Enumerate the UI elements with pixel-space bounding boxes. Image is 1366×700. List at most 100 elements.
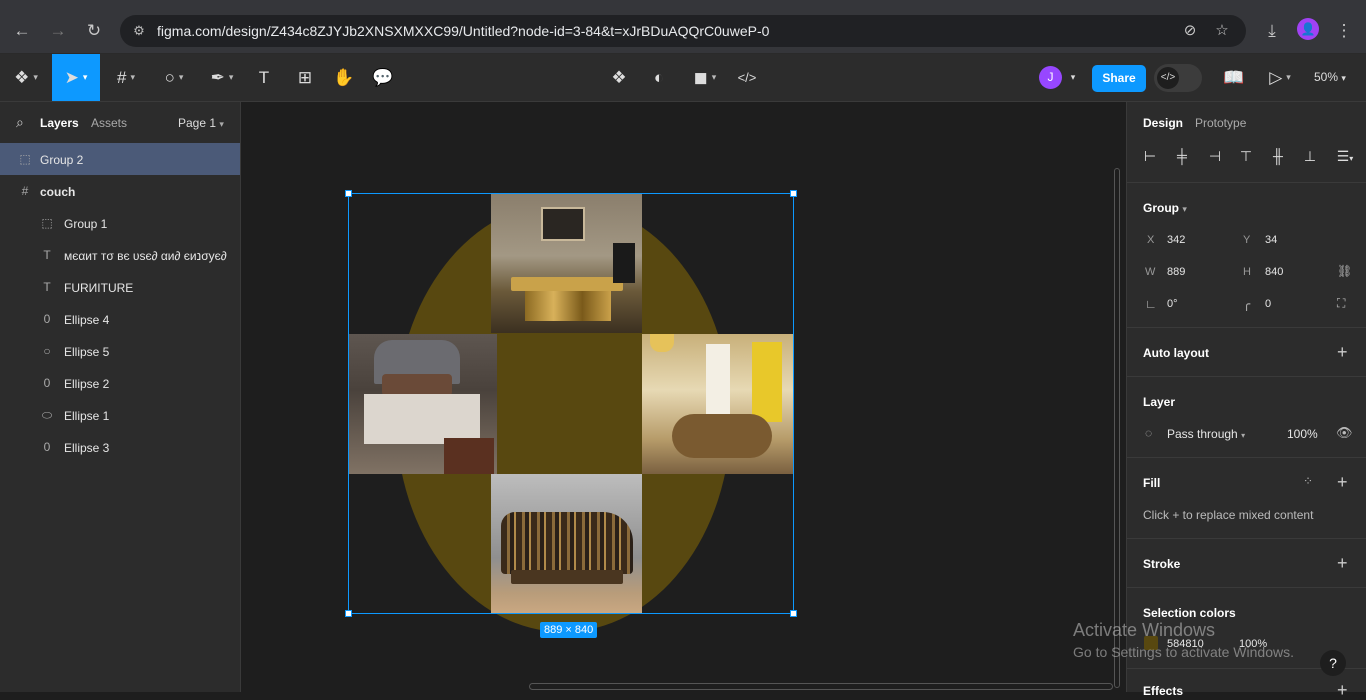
chevron-down-icon: ▾ xyxy=(219,119,224,129)
layer-label: Ellipse 4 xyxy=(64,313,110,327)
divider xyxy=(1127,538,1366,539)
align-left-icon[interactable]: ⊢ xyxy=(1142,148,1158,164)
divider xyxy=(1127,457,1366,458)
add-effect-plus-icon[interactable]: + xyxy=(1337,681,1348,699)
pen-tool-button[interactable]: ✒ ▾ xyxy=(200,54,244,101)
code-view-button[interactable]: </> xyxy=(731,54,763,101)
layer-row-ellipse-4[interactable]: 0 Ellipse 4 xyxy=(0,303,240,335)
layer-row-group-1[interactable]: ⬚ Group 1 xyxy=(0,207,240,239)
code-brackets-icon: </> xyxy=(737,70,757,85)
align-horizontal-center-icon[interactable]: ╪ xyxy=(1174,148,1190,164)
resize-handle-top-left[interactable] xyxy=(345,190,352,197)
layer-row-text-furniture[interactable]: T FURИITURE xyxy=(0,271,240,303)
address-bar[interactable]: ⚙ figma.com/design/Z434c8ZJYJb2XNSXMXXC9… xyxy=(120,15,1246,47)
radius-input[interactable]: 0 xyxy=(1265,298,1271,310)
align-right-icon[interactable]: ⊣ xyxy=(1207,148,1223,164)
share-button[interactable]: Share xyxy=(1092,65,1146,92)
independent-corners-icon[interactable]: ⛶ xyxy=(1337,296,1345,311)
selection-size-badge: 889 × 840 xyxy=(540,622,598,638)
tab-design[interactable]: Design xyxy=(1143,116,1183,130)
layer-row-ellipse-1[interactable]: ⬭ Ellipse 1 xyxy=(0,399,240,431)
selection-bounding-box[interactable] xyxy=(348,193,794,614)
divider xyxy=(1127,327,1366,328)
layer-row-ellipse-3[interactable]: 0 Ellipse 3 xyxy=(0,431,240,463)
tab-layers[interactable]: Layers xyxy=(40,116,79,130)
tab-prototype[interactable]: Prototype xyxy=(1195,116,1246,130)
comment-tool-button[interactable]: 💬 xyxy=(367,54,399,101)
stroke-section-title: Stroke xyxy=(1143,557,1181,571)
selection-colors-title: Selection colors xyxy=(1143,606,1236,620)
resize-handle-bottom-right[interactable] xyxy=(790,610,797,617)
y-input[interactable]: 34 xyxy=(1265,234,1277,246)
chevron-down-icon[interactable]: ▾ xyxy=(1066,54,1080,101)
collaborator-avatar[interactable]: J xyxy=(1039,66,1062,89)
frame-tool-button[interactable]: # ▾ xyxy=(104,54,148,101)
opacity-input[interactable]: 100% xyxy=(1287,427,1318,441)
design-canvas[interactable]: 889 × 840 xyxy=(241,102,1126,692)
hand-tool-button[interactable]: ✋ xyxy=(328,54,360,101)
constrain-proportions-icon[interactable]: ⛓ xyxy=(1337,264,1352,278)
contrast-icon: ◐ xyxy=(653,67,665,87)
mask-button[interactable]: ◐ xyxy=(643,54,675,101)
download-icon[interactable]: ⤓ xyxy=(1259,18,1285,44)
main-menu-button[interactable]: ❖ ▾ xyxy=(4,54,48,101)
blend-mode-select[interactable]: Pass through ▾ xyxy=(1167,427,1245,441)
distribute-icon[interactable]: ☰▾ xyxy=(1332,148,1358,164)
blend-drop-icon: ◌ xyxy=(1145,426,1153,440)
resize-handle-bottom-left[interactable] xyxy=(345,610,352,617)
dev-mode-toggle[interactable]: </> xyxy=(1154,64,1202,92)
width-input[interactable]: 889 xyxy=(1167,266,1185,278)
library-book-icon[interactable]: 📖 xyxy=(1218,54,1250,101)
back-icon[interactable]: ← xyxy=(9,18,35,44)
reload-icon[interactable]: ↻ xyxy=(81,18,107,44)
tab-assets[interactable]: Assets xyxy=(91,116,127,130)
layer-row-group-2[interactable]: ⬚ Group 2 xyxy=(0,143,240,175)
boolean-ops-button[interactable]: ◼ ▾ xyxy=(685,54,725,101)
site-settings-icon[interactable]: ⚙ xyxy=(130,22,148,40)
shape-tool-button[interactable]: ○ ▾ xyxy=(152,54,196,101)
no-tracking-icon[interactable]: ⊘ xyxy=(1180,21,1200,41)
play-icon: ▷ xyxy=(1269,67,1283,87)
add-stroke-plus-icon[interactable]: + xyxy=(1337,554,1348,572)
help-button[interactable]: ? xyxy=(1320,650,1346,676)
add-fill-plus-icon[interactable]: + xyxy=(1337,473,1348,491)
align-bottom-icon[interactable]: ⊥ xyxy=(1302,148,1318,164)
move-tool-button[interactable]: ➤ ▾ xyxy=(52,54,100,101)
align-top-icon[interactable]: ⊤ xyxy=(1238,148,1254,164)
ellipse-icon: ○ xyxy=(43,344,51,358)
chevron-down-icon: ▾ xyxy=(1341,73,1346,83)
page-selector[interactable]: Page 1 ▾ xyxy=(178,116,224,130)
present-button[interactable]: ▷ ▾ xyxy=(1262,54,1298,101)
horizontal-scrollbar[interactable] xyxy=(529,683,1113,690)
layer-row-couch[interactable]: # couch xyxy=(0,175,240,207)
url-text[interactable]: figma.com/design/Z434c8ZJYJb2XNSXMXXC99/… xyxy=(157,23,769,39)
layer-row-ellipse-2[interactable]: 0 Ellipse 2 xyxy=(0,367,240,399)
resources-tool-button[interactable]: ⊞ xyxy=(288,54,322,101)
profile-avatar[interactable]: 👤 xyxy=(1297,18,1319,40)
bookmark-star-icon[interactable]: ☆ xyxy=(1212,21,1232,41)
align-vertical-center-icon[interactable]: ╫ xyxy=(1270,148,1286,164)
chevron-down-icon: ▾ xyxy=(1349,154,1354,163)
forward-icon[interactable]: → xyxy=(45,18,71,44)
cursor-arrow-icon: ➤ xyxy=(64,67,79,87)
resize-handle-top-right[interactable] xyxy=(790,190,797,197)
browser-menu-icon[interactable]: ⋮ xyxy=(1331,18,1357,44)
height-input[interactable]: 840 xyxy=(1265,266,1283,278)
layer-row-text-tagline[interactable]: T мєαит тσ вє υѕє∂ αи∂ єиנσує∂ xyxy=(0,239,240,271)
rotation-input[interactable]: 0° xyxy=(1167,298,1178,310)
search-icon[interactable]: ⌕ xyxy=(16,114,24,131)
zoom-level[interactable]: 50% ▾ xyxy=(1314,70,1346,84)
h-label: H xyxy=(1243,266,1251,278)
components-grid-icon: ⊞ xyxy=(297,67,313,87)
group-section-title[interactable]: Group ▾ xyxy=(1143,201,1187,215)
add-auto-layout-plus-icon[interactable]: + xyxy=(1337,343,1348,361)
blend-mode-value: Pass through xyxy=(1167,427,1238,441)
x-input[interactable]: 342 xyxy=(1167,234,1185,246)
create-component-button[interactable]: ❖ xyxy=(603,54,635,101)
text-tool-button[interactable]: T xyxy=(248,54,280,101)
layer-row-ellipse-5[interactable]: ○ Ellipse 5 xyxy=(0,335,240,367)
layer-label: Group 1 xyxy=(64,217,108,231)
style-grid-icon[interactable]: ⁘ xyxy=(1303,474,1313,488)
eye-icon[interactable]: 👁 xyxy=(1336,425,1353,441)
vertical-scrollbar[interactable] xyxy=(1114,168,1120,688)
